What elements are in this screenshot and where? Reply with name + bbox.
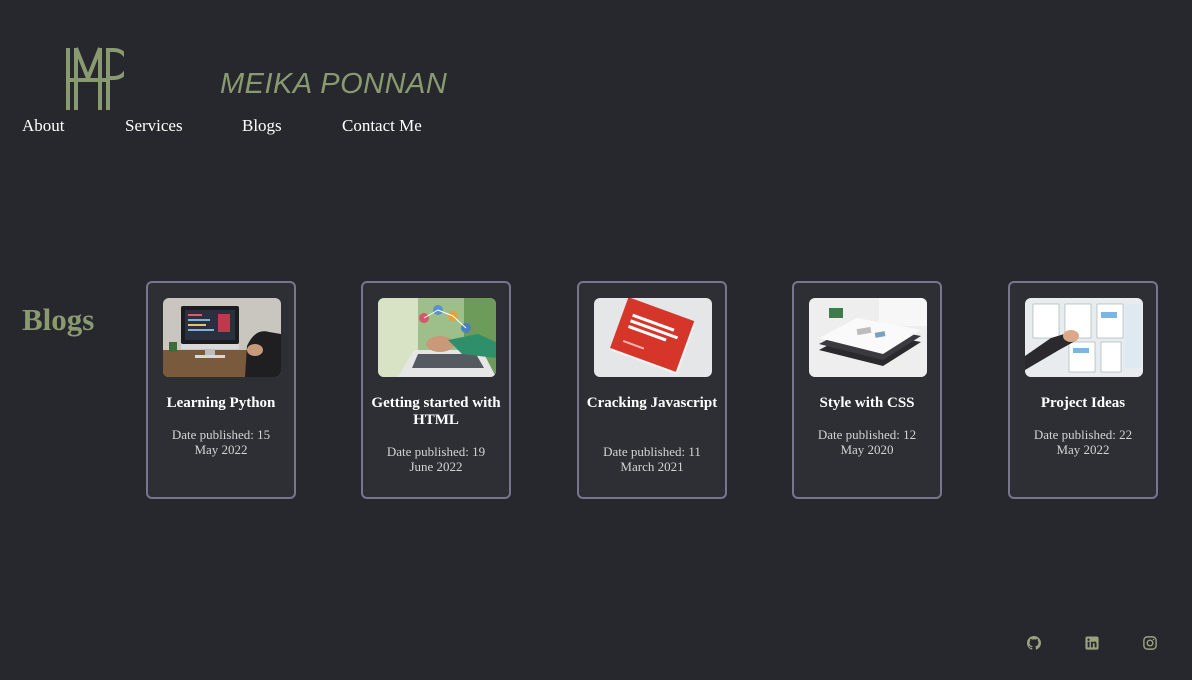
blog-card-getting-started-with-html[interactable]: Getting started with HTML Date published… [361,281,511,499]
card-date: Date published: 22 May 2022 [1033,427,1133,457]
blog-card-learning-python[interactable]: Learning Python Date published: 15 May 2… [146,281,296,499]
card-title: Cracking Javascript [586,395,718,411]
red-javascript-book-photo [594,298,712,377]
blog-cards: Learning Python Date published: 15 May 2… [146,281,1162,503]
card-title: Style with CSS [819,395,915,411]
blog-card-cracking-javascript[interactable]: Cracking Javascript Date published: 11 M… [577,281,727,499]
section-title: Blogs [22,302,95,337]
linkedin-icon[interactable] [1085,636,1099,650]
blog-card-project-ideas[interactable]: Project Ideas Date published: 22 May 202… [1008,281,1158,499]
blog-card-style-with-css[interactable]: Style with CSS Date published: 12 May 20… [792,281,942,499]
github-icon[interactable] [1027,636,1041,650]
card-title: Learning Python [166,395,276,411]
card-date: Date published: 11 March 2021 [603,444,701,474]
instagram-icon[interactable] [1143,636,1157,650]
books-stack-desk-photo [809,298,927,377]
card-date: Date published: 12 May 2020 [817,427,917,457]
card-date: Date published: 15 May 2022 [171,427,271,457]
card-title: Getting started with HTML [371,395,501,428]
brand-name: MEIKA PONNAN [220,68,448,100]
logo-monogram-icon[interactable] [64,44,124,112]
wireframe-sketch-board-photo [1025,298,1143,377]
nav-services[interactable]: Services [125,116,183,136]
main-nav: About Services Blogs Contact Me [0,116,500,138]
imac-code-desk-photo [163,298,281,377]
nav-contact-me[interactable]: Contact Me [342,116,422,136]
laptop-network-icons-photo [378,298,496,377]
nav-blogs[interactable]: Blogs [242,116,282,136]
nav-about[interactable]: About [22,116,65,136]
card-date: Date published: 19 June 2022 [386,444,486,474]
card-title: Project Ideas [1040,395,1126,411]
